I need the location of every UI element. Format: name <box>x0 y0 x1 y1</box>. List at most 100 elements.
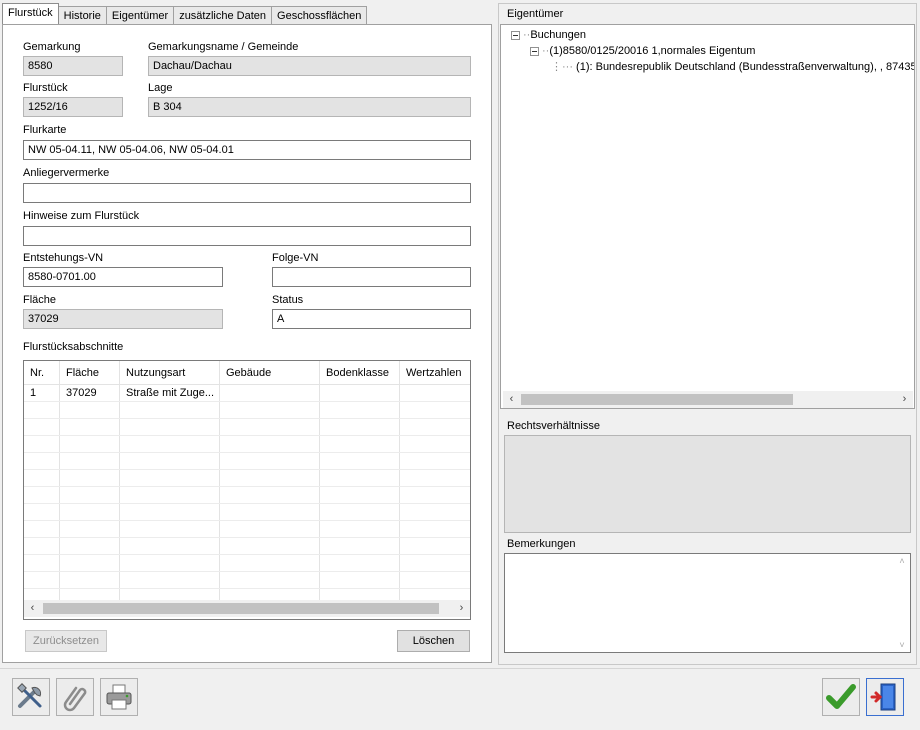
status-label: Status <box>272 294 304 306</box>
hinweise-field[interactable] <box>23 226 471 246</box>
table-cell <box>320 436 400 452</box>
scroll-track[interactable] <box>41 600 453 617</box>
tree-node-buchungen[interactable]: ··Buchungen <box>511 27 586 43</box>
flurkarte-field[interactable]: NW 05-04.11, NW 05-04.06, NW 05-04.01 <box>23 140 471 160</box>
table-horizontal-scrollbar[interactable]: ‹ › <box>24 600 470 617</box>
column-header-bodenklasse[interactable]: Bodenklasse <box>320 361 400 384</box>
scroll-track[interactable] <box>520 391 896 408</box>
collapse-icon[interactable] <box>511 30 520 40</box>
tab-zusaetzliche-daten[interactable]: zusätzliche Daten <box>173 6 273 24</box>
entstehungs-vn-label: Entstehungs-VN <box>23 252 104 264</box>
empty-table-row <box>24 487 470 504</box>
table-cell <box>320 504 400 520</box>
empty-table-row <box>24 470 470 487</box>
status-field[interactable]: A <box>272 309 471 329</box>
tree-node-owner[interactable]: ⋮··· (1): Bundesrepublik Deutschland (Bu… <box>551 59 914 75</box>
table-cell <box>320 487 400 503</box>
exit-button[interactable] <box>866 678 904 716</box>
attachment-button[interactable] <box>56 678 94 716</box>
table-cell <box>120 402 220 418</box>
bemerkungen-textarea[interactable]: ˄ ˅ <box>504 553 911 653</box>
owner-tree[interactable]: ··Buchungen ··(1)8580/0125/20016 1,norma… <box>500 24 915 409</box>
printer-icon <box>106 684 132 710</box>
scroll-down-icon[interactable]: ˅ <box>896 640 908 650</box>
scroll-thumb[interactable] <box>521 394 793 405</box>
lage-label: Lage <box>148 82 173 94</box>
scroll-right-icon[interactable]: › <box>896 391 913 408</box>
gemarkung-label: Gemarkung <box>23 41 81 53</box>
empty-table-row <box>24 504 470 521</box>
table-cell <box>220 538 320 554</box>
table-cell <box>400 402 470 418</box>
delete-button[interactable]: Löschen <box>397 630 470 652</box>
flaeche-field[interactable]: 37029 <box>23 309 223 329</box>
table-cell <box>24 555 60 571</box>
column-header-nutzungsart[interactable]: Nutzungsart <box>120 361 220 384</box>
table-row[interactable]: 1 37029 Straße mit Zuge... <box>24 385 470 402</box>
folge-vn-field[interactable] <box>272 267 471 287</box>
entstehungs-vn-field[interactable]: 8580-0701.00 <box>23 267 223 287</box>
table-cell <box>24 453 60 469</box>
vertical-scrollbar[interactable]: ˄ ˅ <box>896 556 908 650</box>
confirm-button[interactable] <box>822 678 860 716</box>
exit-door-icon <box>870 683 896 711</box>
tree-node-label: (1)8580/0125/20016 1,normales Eigentum <box>549 45 756 57</box>
rechtsverhaeltnisse-box[interactable] <box>504 435 911 533</box>
column-header-gebaeude[interactable]: Gebäude <box>220 361 320 384</box>
table-cell <box>60 504 120 520</box>
tab-historie[interactable]: Historie <box>57 6 107 24</box>
table-cell <box>320 470 400 486</box>
scroll-up-icon[interactable]: ˄ <box>896 556 908 566</box>
tab-eigentuemer[interactable]: Eigentümer <box>105 6 175 24</box>
scroll-right-icon[interactable]: › <box>453 600 470 617</box>
abschnitte-table[interactable]: Nr. Fläche Nutzungsart Gebäude Bodenklas… <box>23 360 471 620</box>
empty-table-row <box>24 419 470 436</box>
tree-horizontal-scrollbar[interactable]: ‹ › <box>503 391 913 408</box>
gemarkung-field[interactable]: 8580 <box>23 56 123 76</box>
gemarkungsname-field[interactable]: Dachau/Dachau <box>148 56 471 76</box>
table-cell <box>320 572 400 588</box>
column-header-nr[interactable]: Nr. <box>24 361 60 384</box>
table-cell <box>60 555 120 571</box>
table-cell: 1 <box>24 385 60 401</box>
tools-button[interactable] <box>12 678 50 716</box>
reset-button[interactable]: Zurücksetzen <box>25 630 107 652</box>
tab-bar: Flurstück Historie Eigentümer zusätzlich… <box>2 3 368 24</box>
checkmark-icon <box>826 684 856 709</box>
print-button[interactable] <box>100 678 138 716</box>
tab-geschossflaechen[interactable]: Geschossflächen <box>271 6 368 24</box>
tab-flurstueck[interactable]: Flurstück <box>2 3 59 24</box>
paperclip-icon <box>63 686 87 712</box>
table-cell <box>400 487 470 503</box>
scroll-thumb[interactable] <box>43 603 439 614</box>
table-header: Nr. Fläche Nutzungsart Gebäude Bodenklas… <box>24 361 470 385</box>
table-cell <box>220 555 320 571</box>
table-cell <box>120 419 220 435</box>
column-header-flaeche[interactable]: Fläche <box>60 361 120 384</box>
flurstueck-field[interactable]: 1252/16 <box>23 97 123 117</box>
flaeche-label: Fläche <box>23 294 57 306</box>
table-cell <box>220 453 320 469</box>
table-cell <box>400 453 470 469</box>
table-cell <box>220 419 320 435</box>
table-cell <box>60 470 120 486</box>
table-cell <box>400 385 470 401</box>
table-cell <box>120 538 220 554</box>
table-cell <box>400 470 470 486</box>
table-cell <box>120 572 220 588</box>
table-cell <box>60 538 120 554</box>
flurstueck-label: Flurstück <box>23 82 68 94</box>
tree-node-booking[interactable]: ··(1)8580/0125/20016 1,normales Eigentum <box>530 43 755 59</box>
flurkarte-label: Flurkarte <box>23 124 67 136</box>
collapse-icon[interactable] <box>530 46 539 56</box>
scroll-left-icon[interactable]: ‹ <box>503 391 520 408</box>
table-cell <box>24 521 60 537</box>
table-cell <box>120 555 220 571</box>
column-header-wertzahlen[interactable]: Wertzahlen <box>400 361 470 384</box>
table-cell <box>400 504 470 520</box>
table-cell <box>24 487 60 503</box>
table-cell <box>400 521 470 537</box>
scroll-left-icon[interactable]: ‹ <box>24 600 41 617</box>
lage-field[interactable]: B 304 <box>148 97 471 117</box>
anliegervermerke-field[interactable] <box>23 183 471 203</box>
